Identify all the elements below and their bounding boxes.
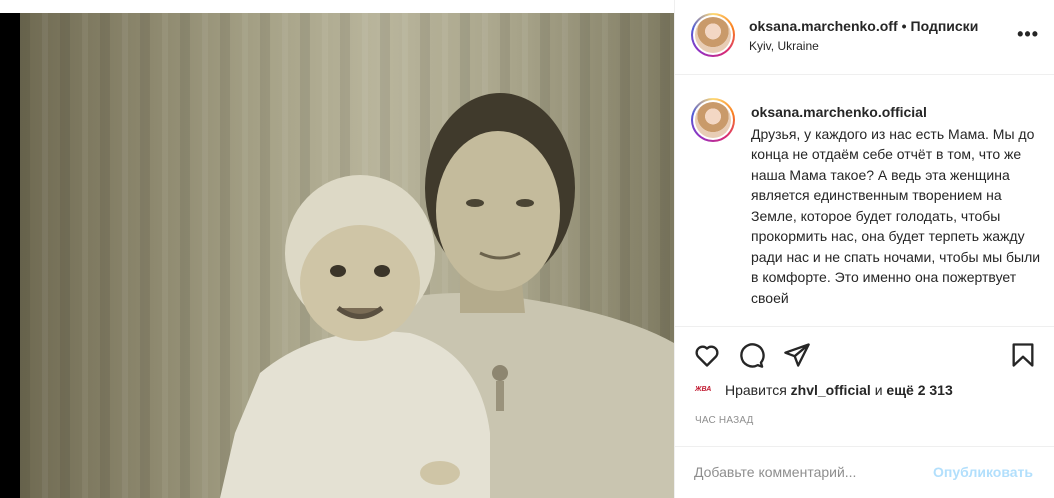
photo-illustration: [20, 13, 674, 498]
caption-avatar[interactable]: [691, 98, 735, 142]
bookmark-icon[interactable]: [1009, 341, 1037, 369]
liker-username[interactable]: zhvl_official: [791, 382, 871, 398]
comment-icon[interactable]: [737, 341, 765, 369]
left-edge: [0, 13, 20, 498]
top-strip: [0, 0, 674, 13]
comment-input[interactable]: [694, 461, 924, 483]
post-location[interactable]: Kyiv, Ukraine: [749, 39, 819, 53]
post-photo[interactable]: [20, 13, 674, 498]
follow-button[interactable]: Подписки: [911, 18, 979, 34]
caption-area: oksana.marchenko.official Друзья, у кажд…: [675, 76, 1054, 326]
likes-conjunction: и: [874, 382, 883, 398]
post-header: oksana.marchenko.off • Подписки Kyiv, Ukra…: [675, 0, 1054, 75]
caption: oksana.marchenko.official Друзья, у кажд…: [751, 102, 1041, 308]
post-timestamp[interactable]: ЧАС НАЗАД: [695, 415, 754, 426]
separator-dot: •: [901, 18, 907, 34]
likes-count[interactable]: ещё 2 313: [886, 382, 952, 398]
comment-box: Опубликовать: [675, 446, 1054, 498]
header-username[interactable]: oksana.marchenko.off: [749, 18, 898, 34]
header-user-line: oksana.marchenko.off • Подписки: [749, 18, 978, 34]
liker-avatar[interactable]: ЖВА: [695, 383, 717, 397]
send-icon[interactable]: [783, 341, 811, 369]
publish-button[interactable]: Опубликовать: [933, 464, 1033, 480]
likes-prefix: Нравится: [725, 382, 787, 398]
likes-line: ЖВА Нравится zhvl_official и ещё 2 313: [695, 382, 953, 398]
more-options-icon[interactable]: •••: [1017, 24, 1039, 45]
caption-username[interactable]: oksana.marchenko.official: [751, 102, 1041, 123]
post-side-panel: oksana.marchenko.off • Подписки Kyiv, Ukra…: [674, 0, 1054, 498]
post-actions: ЖВА Нравится zhvl_official и ещё 2 313 Ч…: [675, 326, 1054, 446]
author-avatar[interactable]: [691, 13, 735, 57]
caption-text: Друзья, у каждого из нас есть Мама. Мы д…: [751, 125, 1041, 306]
heart-icon[interactable]: [693, 341, 721, 369]
